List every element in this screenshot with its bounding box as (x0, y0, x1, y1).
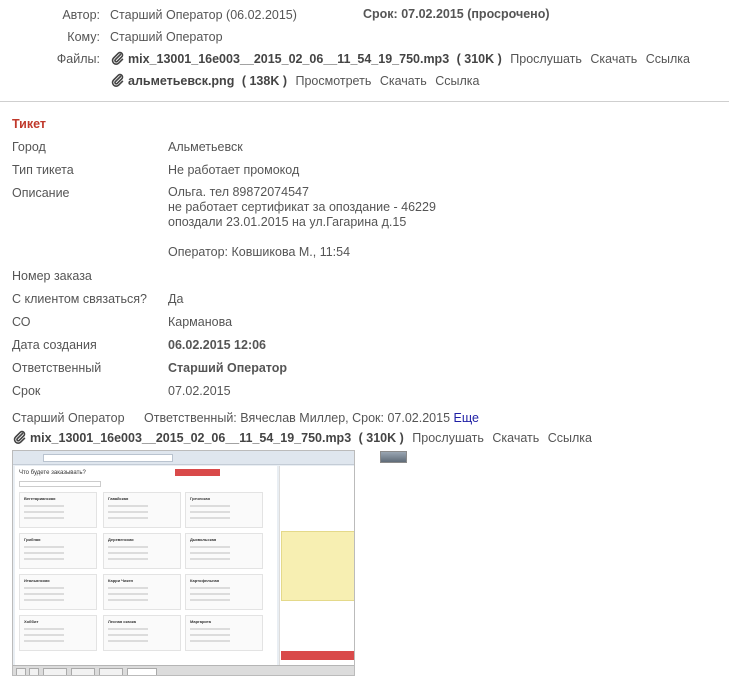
card-title: Грибная (24, 537, 41, 542)
comment-author: Старший Оператор (12, 411, 125, 425)
description-line: опоздали 23.01.2015 на ул.Гагарина д.15 (168, 215, 407, 229)
comment-text: Ответственный: Вячеслав Миллер, Срок: 07… (144, 411, 451, 425)
view-link[interactable]: Просмотреть (295, 74, 371, 88)
card-title: Дьявольская (190, 537, 217, 542)
comment-header: Старший Оператор Ответственный: Вячеслав… (12, 411, 479, 425)
screenshot-content: Что будете заказывать? Вегетарианская Га… (15, 466, 277, 666)
screenshot-card: Карри Чикен (103, 574, 181, 610)
file-size: ( 310K ) (358, 431, 404, 445)
screenshot-card: Гавайская (103, 492, 181, 528)
files-label: Файлы: (56, 52, 100, 66)
to-label: Кому: (67, 30, 100, 44)
file-size: ( 138K ) (241, 74, 287, 88)
description-value: Ольга. тел 89872074547 не работает серти… (168, 185, 436, 260)
screenshot-card: Грибная (19, 533, 97, 569)
contact-value: Да (168, 292, 184, 306)
screenshot-card: Греческая (185, 492, 263, 528)
card-title: Греческая (190, 496, 210, 501)
screenshot-card: Лесная сказка (103, 615, 181, 651)
city-label: Город (12, 140, 46, 154)
card-title: Итальянская (24, 578, 50, 583)
order-label: Номер заказа (12, 269, 92, 283)
description-line: не работает сертификат за опоздание - 46… (168, 200, 436, 214)
card-title: Вегетарианская (24, 496, 56, 501)
author-name: Старший Оператор (06.02.2015) (110, 8, 297, 22)
author-label: Автор: (62, 8, 100, 22)
screenshot-card: Деревенская (103, 533, 181, 569)
description-line: Ольга. тел 89872074547 (168, 185, 309, 199)
type-value: Не работает промокод (168, 163, 300, 177)
more-link[interactable]: Еще (454, 411, 479, 425)
contact-label: С клиентом связаться? (12, 292, 147, 306)
file-name-png[interactable]: альметьевск.png (128, 74, 234, 88)
description-line: Оператор: Ковшикова М., 11:54 (168, 245, 351, 259)
screenshot-card: Картофельная (185, 574, 263, 610)
browser-toolbar (13, 451, 354, 465)
screenshot-card: Итальянская (19, 574, 97, 610)
paperclip-icon (13, 430, 27, 444)
screenshot-card: Вегетарианская (19, 492, 97, 528)
file-row-2: альметьевск.png ( 138K ) Просмотреть Ска… (111, 73, 479, 88)
responsible-label: Ответственный (12, 361, 102, 375)
share-link[interactable]: Ссылка (548, 431, 592, 445)
comment-file-row: mix_13001_16e003__2015_02_06__11_54_19_7… (13, 430, 592, 445)
card-title: Маргарита (190, 619, 212, 624)
created-value: 06.02.2015 12:06 (168, 338, 267, 352)
created-label: Дата создания (12, 338, 97, 352)
download-link[interactable]: Скачать (492, 431, 539, 445)
section-divider (0, 101, 729, 102)
author-date: (06.02.2015) (226, 8, 297, 22)
screenshot-card: Хоббит (19, 615, 97, 651)
screenshot-red-button (175, 469, 220, 476)
deadline-overdue: Срок: 07.02.2015 (просрочено) (363, 7, 550, 21)
share-link[interactable]: Ссылка (435, 74, 479, 88)
screenshot-mini-thumbnail[interactable] (380, 451, 407, 463)
type-label: Тип тикета (12, 163, 74, 177)
comment-file-name[interactable]: mix_13001_16e003__2015_02_06__11_54_19_7… (30, 431, 351, 445)
co-value: Карманова (168, 315, 233, 329)
paperclip-icon (111, 51, 125, 65)
card-title: Деревенская (108, 537, 134, 542)
file-name-mp3[interactable]: mix_13001_16e003__2015_02_06__11_54_19_7… (128, 52, 449, 66)
screenshot-heading: Что будете заказывать? (19, 470, 86, 476)
download-link[interactable]: Скачать (590, 52, 637, 66)
screenshot-card: Дьявольская (185, 533, 263, 569)
file-row-1: mix_13001_16e003__2015_02_06__11_54_19_7… (111, 51, 690, 66)
screenshot-card: Маргарита (185, 615, 263, 651)
responsible-value: Старший Оператор (168, 361, 288, 375)
card-title: Хоббит (24, 619, 39, 624)
to-value: Старший Оператор (110, 30, 223, 44)
author-name-text: Старший Оператор (110, 8, 223, 22)
download-link[interactable]: Скачать (380, 74, 427, 88)
ticket-title: Тикет (12, 117, 47, 131)
deadline-value: 07.02.2015 (168, 384, 231, 398)
share-link[interactable]: Ссылка (646, 52, 690, 66)
co-label: СО (12, 315, 31, 329)
screenshot-submit-bar (281, 651, 354, 660)
description-label: Описание (12, 186, 70, 200)
card-title: Карри Чикен (108, 578, 134, 583)
paperclip-icon (111, 73, 125, 87)
screenshot-taskbar (13, 665, 354, 675)
card-title: Гавайская (108, 496, 129, 501)
file-size: ( 310K ) (456, 52, 502, 66)
deadline-label: Срок (12, 384, 41, 398)
listen-link[interactable]: Прослушать (510, 52, 582, 66)
listen-link[interactable]: Прослушать (412, 431, 484, 445)
city-value: Альметьевск (168, 140, 243, 154)
screenshot-search (19, 481, 101, 487)
screenshot-order-panel (281, 531, 354, 601)
address-bar (43, 454, 173, 462)
card-title: Картофельная (190, 578, 220, 583)
attached-screenshot[interactable]: Что будете заказывать? Вегетарианская Га… (12, 450, 355, 676)
card-title: Лесная сказка (108, 619, 137, 624)
